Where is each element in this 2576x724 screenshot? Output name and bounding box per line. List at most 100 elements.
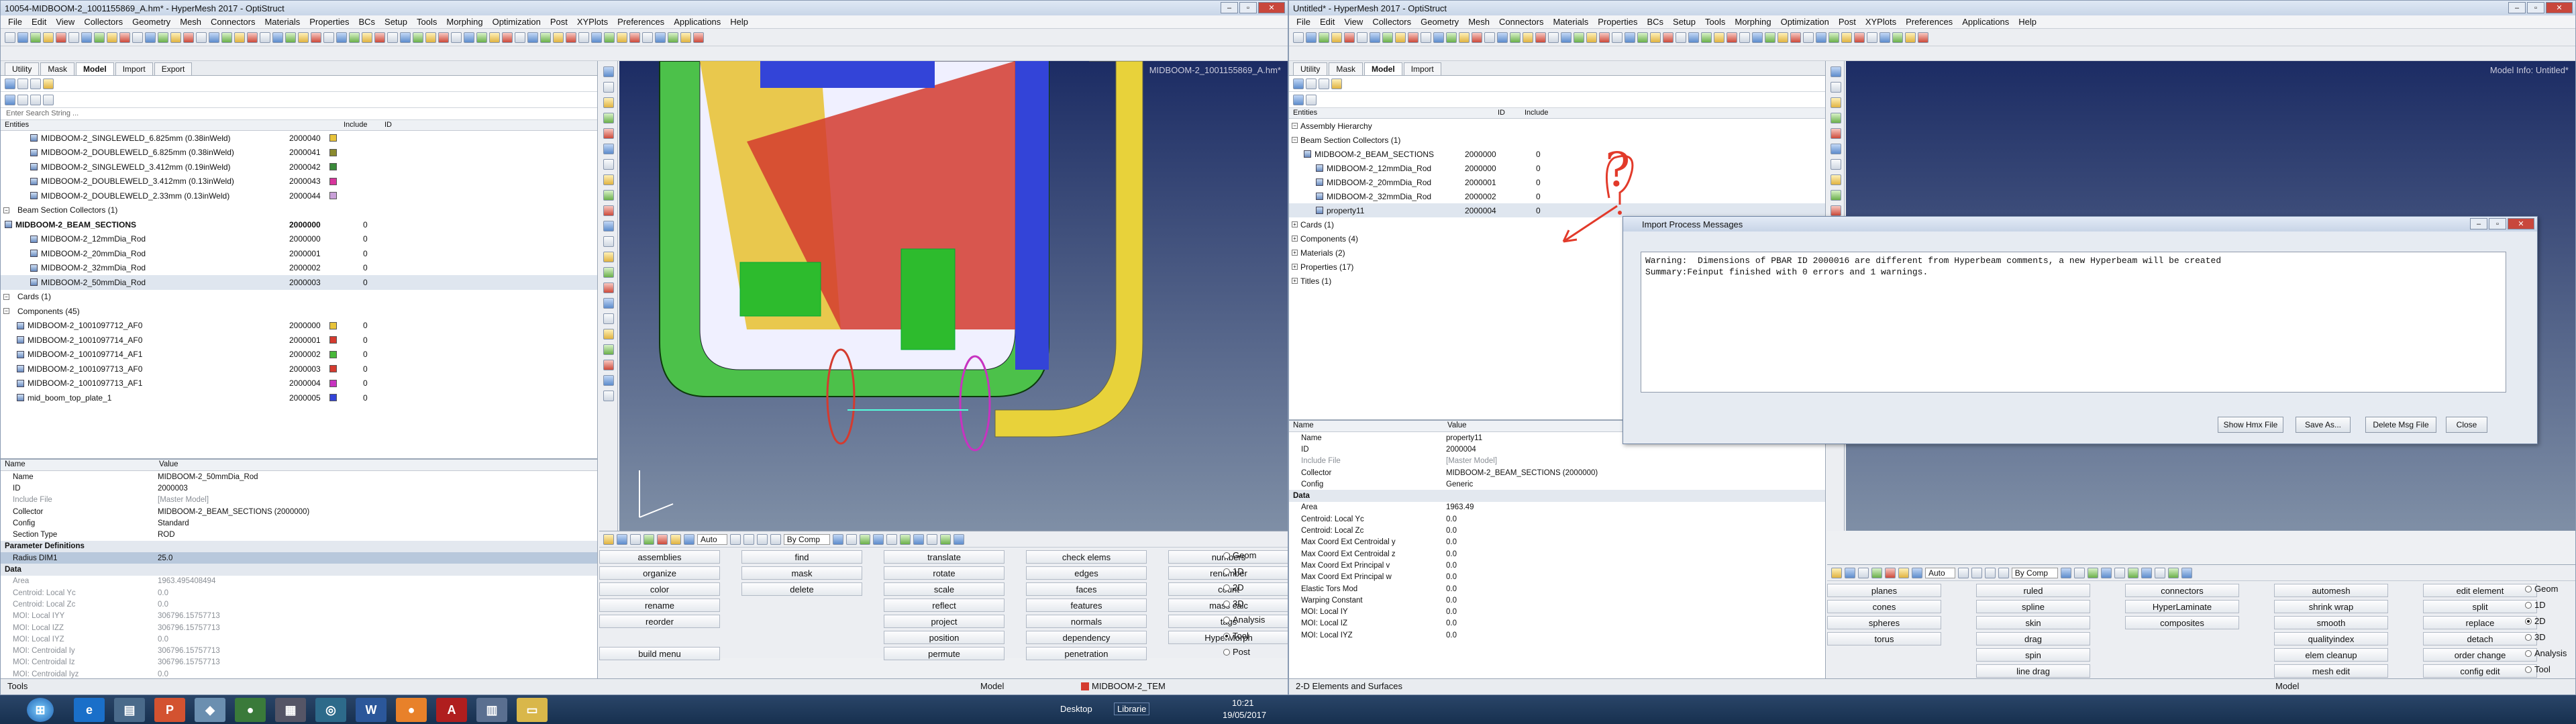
- radio-geom[interactable]: Geom: [2525, 584, 2558, 594]
- radio-tool[interactable]: Tool: [1223, 631, 1249, 641]
- tree-row[interactable]: MIDBOOM-2_SINGLEWELD_6.825mm (0.38inWeld…: [1, 131, 597, 146]
- expand-icon[interactable]: −: [1292, 137, 1298, 143]
- tab-export[interactable]: Export: [154, 62, 193, 75]
- toolbar-icon[interactable]: [1382, 32, 1393, 43]
- property-row[interactable]: Config Standard: [1, 517, 597, 529]
- toolbar-icon[interactable]: [1446, 32, 1457, 43]
- search-input[interactable]: Enter Search String ...: [1, 108, 597, 120]
- toolbar-icon[interactable]: [1879, 32, 1890, 43]
- expand-icon[interactable]: −: [3, 308, 9, 315]
- toolbar-icon[interactable]: [1497, 32, 1508, 43]
- view-tool-icon[interactable]: [603, 360, 614, 370]
- radio-dot-icon[interactable]: [1223, 616, 1230, 623]
- vis-tool-icon[interactable]: [886, 533, 898, 545]
- tree-row[interactable]: MIDBOOM-2_20mmDia_Rod 2000001 0: [1, 246, 597, 261]
- vis-tool-icon[interactable]: [940, 533, 951, 545]
- menu-properties[interactable]: Properties: [305, 17, 354, 27]
- browser-icon[interactable]: [30, 78, 41, 89]
- browser-icon[interactable]: [1319, 78, 1329, 89]
- toolbar-icon[interactable]: [1892, 32, 1903, 43]
- menu-geometry[interactable]: Geometry: [127, 17, 175, 27]
- view-tool-icon[interactable]: [1830, 144, 1841, 154]
- view-tool-icon[interactable]: [603, 159, 614, 170]
- browser-icon[interactable]: [1331, 78, 1342, 89]
- toolbar-icon[interactable]: [1421, 32, 1431, 43]
- tree-row[interactable]: − Beam Section Collectors (1): [1289, 133, 1825, 147]
- menu-geometry[interactable]: Geometry: [1416, 17, 1463, 27]
- toolbar-icon[interactable]: [311, 32, 321, 43]
- toolbar-icon[interactable]: [1510, 32, 1521, 43]
- panel-button-scale[interactable]: scale: [884, 582, 1004, 596]
- message-text-area[interactable]: Warning: Dimensions of PBAR ID 2000016 a…: [1641, 252, 2506, 393]
- ie-icon[interactable]: e: [74, 698, 105, 722]
- menu-preferences[interactable]: Preferences: [1901, 17, 1957, 27]
- close-button[interactable]: ✕: [2546, 2, 2573, 13]
- toolbar-icon[interactable]: [629, 32, 640, 43]
- menu-applications[interactable]: Applications: [1957, 17, 2014, 27]
- tree-row[interactable]: MIDBOOM-2_1001097712_AF0 2000000 0: [1, 319, 597, 333]
- maximize-button[interactable]: ▫: [1239, 2, 1257, 13]
- radio-geom[interactable]: Geom: [1223, 550, 1256, 560]
- property-row[interactable]: Include File [Master Model]: [1, 495, 597, 506]
- auto-dropdown[interactable]: Auto: [1925, 567, 1955, 578]
- files-icon[interactable]: ▤: [114, 698, 145, 722]
- toolbar-icon[interactable]: [1625, 32, 1635, 43]
- menu-collectors[interactable]: Collectors: [1368, 17, 1416, 27]
- tree-row[interactable]: − Components (45): [1, 304, 597, 319]
- toolbar-icon[interactable]: [1790, 32, 1801, 43]
- menu-optimization[interactable]: Optimization: [1776, 17, 1834, 27]
- toolbar-icon[interactable]: [68, 32, 79, 43]
- browser-icon[interactable]: [5, 78, 15, 89]
- vis-tool-icon[interactable]: [2181, 567, 2193, 578]
- view-tool-icon[interactable]: [603, 97, 614, 108]
- browser-icon[interactable]: [43, 94, 54, 105]
- vis-tool-icon[interactable]: [833, 533, 844, 545]
- panel-button-reflect[interactable]: reflect: [884, 599, 1004, 612]
- vis-tool-icon[interactable]: [1998, 567, 2009, 578]
- folder-icon[interactable]: ▭: [517, 698, 548, 722]
- toolbar-icon[interactable]: [527, 32, 538, 43]
- toolbar-icon[interactable]: [1586, 32, 1597, 43]
- auto-dropdown[interactable]: Auto: [697, 533, 727, 545]
- panel-button-find[interactable]: find: [741, 550, 862, 564]
- radio-dot-icon[interactable]: [1223, 552, 1230, 559]
- vis-tool-icon[interactable]: [1871, 567, 1882, 578]
- menu-view[interactable]: View: [1339, 17, 1368, 27]
- toolbar-icon[interactable]: [323, 32, 334, 43]
- tab-mask[interactable]: Mask: [40, 62, 75, 75]
- tree-row[interactable]: − Beam Section Collectors (1): [1, 203, 597, 218]
- radio-analysis[interactable]: Analysis: [2525, 648, 2567, 658]
- menu-post[interactable]: Post: [1834, 17, 1861, 27]
- menu-view[interactable]: View: [51, 17, 79, 27]
- view-tool-icon[interactable]: [603, 82, 614, 93]
- toolbar-icon[interactable]: [158, 32, 168, 43]
- property-row[interactable]: Config Generic: [1289, 478, 1825, 490]
- toolbar-icon[interactable]: [196, 32, 207, 43]
- panel-button-order-change[interactable]: order change: [2423, 648, 2537, 662]
- view-tool-icon[interactable]: [603, 190, 614, 201]
- toolbar-icon[interactable]: [1739, 32, 1750, 43]
- app-icon[interactable]: ▦: [275, 698, 306, 722]
- vis-tool-icon[interactable]: [2101, 567, 2112, 578]
- toolbar-icon[interactable]: [1523, 32, 1533, 43]
- tree-row[interactable]: MIDBOOM-2_32mmDia_Rod 2000002 0: [1, 261, 597, 276]
- property-row[interactable]: Centroid: Local Yc 0.0: [1289, 513, 1825, 525]
- vis-tool-icon[interactable]: [2128, 567, 2139, 578]
- expand-icon[interactable]: +: [1292, 236, 1298, 242]
- radio-3d[interactable]: 3D: [2525, 632, 2546, 642]
- toolbar-icon[interactable]: [693, 32, 704, 43]
- vis-tool-icon[interactable]: [2074, 567, 2085, 578]
- browser-icon[interactable]: [1293, 78, 1304, 89]
- panel-button-spin[interactable]: spin: [1976, 648, 2090, 662]
- vis-tool-icon[interactable]: [670, 533, 681, 545]
- radio-post[interactable]: Post: [1223, 647, 1250, 657]
- toolbar-icon[interactable]: [617, 32, 627, 43]
- minimize-button[interactable]: –: [2508, 2, 2526, 13]
- property-row[interactable]: Max Coord Ext Principal w 0.0: [1289, 572, 1825, 583]
- radio-dot-icon[interactable]: [1223, 648, 1230, 656]
- menu-preferences[interactable]: Preferences: [613, 17, 669, 27]
- expand-icon[interactable]: −: [3, 293, 9, 300]
- panel-button-automesh[interactable]: automesh: [2274, 584, 2388, 597]
- tree-row[interactable]: MIDBOOM-2_DOUBLEWELD_2.33mm (0.13inWeld)…: [1, 189, 597, 203]
- panel-button-elem-cleanup[interactable]: elem cleanup: [2274, 648, 2388, 662]
